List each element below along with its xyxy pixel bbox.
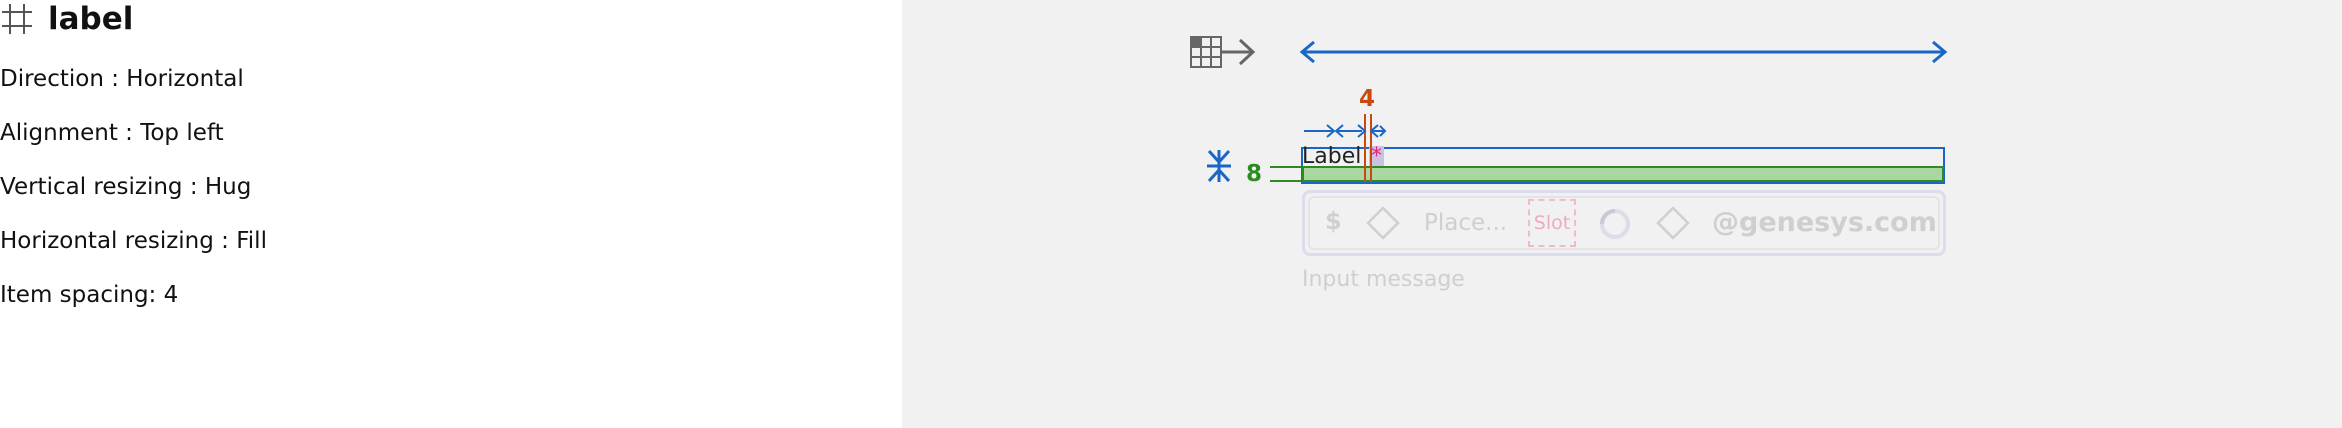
vertical-hug-icon xyxy=(1207,149,1231,183)
diamond-icon xyxy=(1366,206,1400,240)
padding-guides xyxy=(1270,166,1302,182)
annotation-layer xyxy=(1190,36,1948,184)
padding-marker: 8 xyxy=(1246,161,1263,187)
padding-fill xyxy=(1302,166,1944,182)
grid-arrow-icon xyxy=(1190,36,1256,68)
ghost-helper-text: Input message xyxy=(1302,267,1465,292)
item-spacing-marker: 4 xyxy=(1359,86,1376,112)
ghost-placeholder: Place... xyxy=(1424,210,1508,236)
label-text: Label xyxy=(1302,144,1362,169)
label-width-arrows xyxy=(1304,124,1387,138)
slot-placeholder: Slot xyxy=(1528,199,1576,247)
diamond-icon xyxy=(1656,206,1690,240)
ghost-suffix: @genesys.com xyxy=(1712,207,1937,238)
ghost-prefix: $ xyxy=(1325,207,1342,235)
width-arrow xyxy=(1299,40,1948,64)
required-marker: * xyxy=(1371,144,1382,169)
spinner-icon xyxy=(1600,209,1630,239)
